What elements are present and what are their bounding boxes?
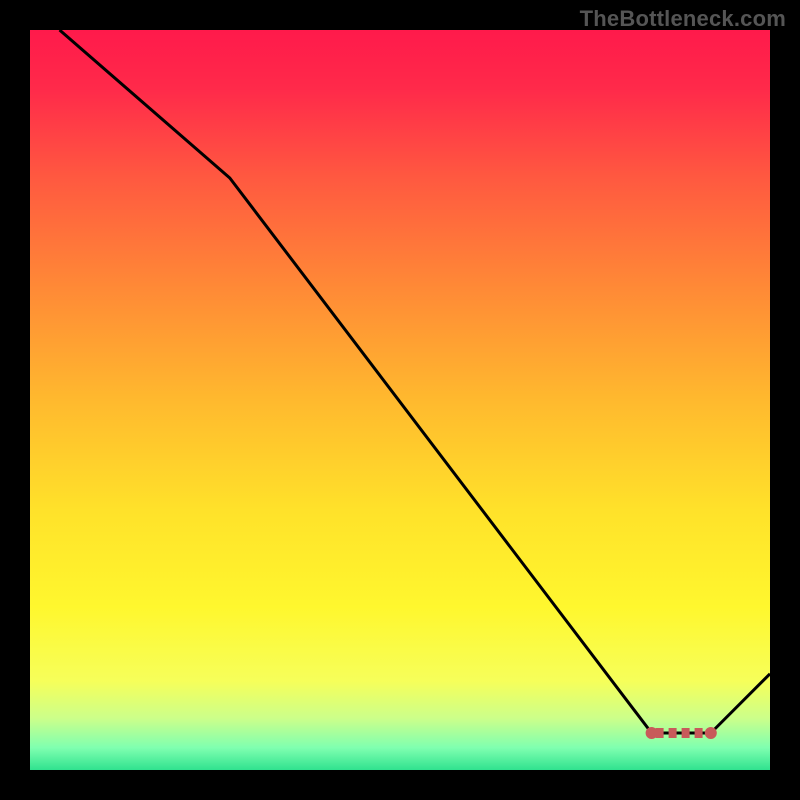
chart-canvas — [0, 0, 800, 800]
chart-frame: TheBottleneck.com — [0, 0, 800, 800]
